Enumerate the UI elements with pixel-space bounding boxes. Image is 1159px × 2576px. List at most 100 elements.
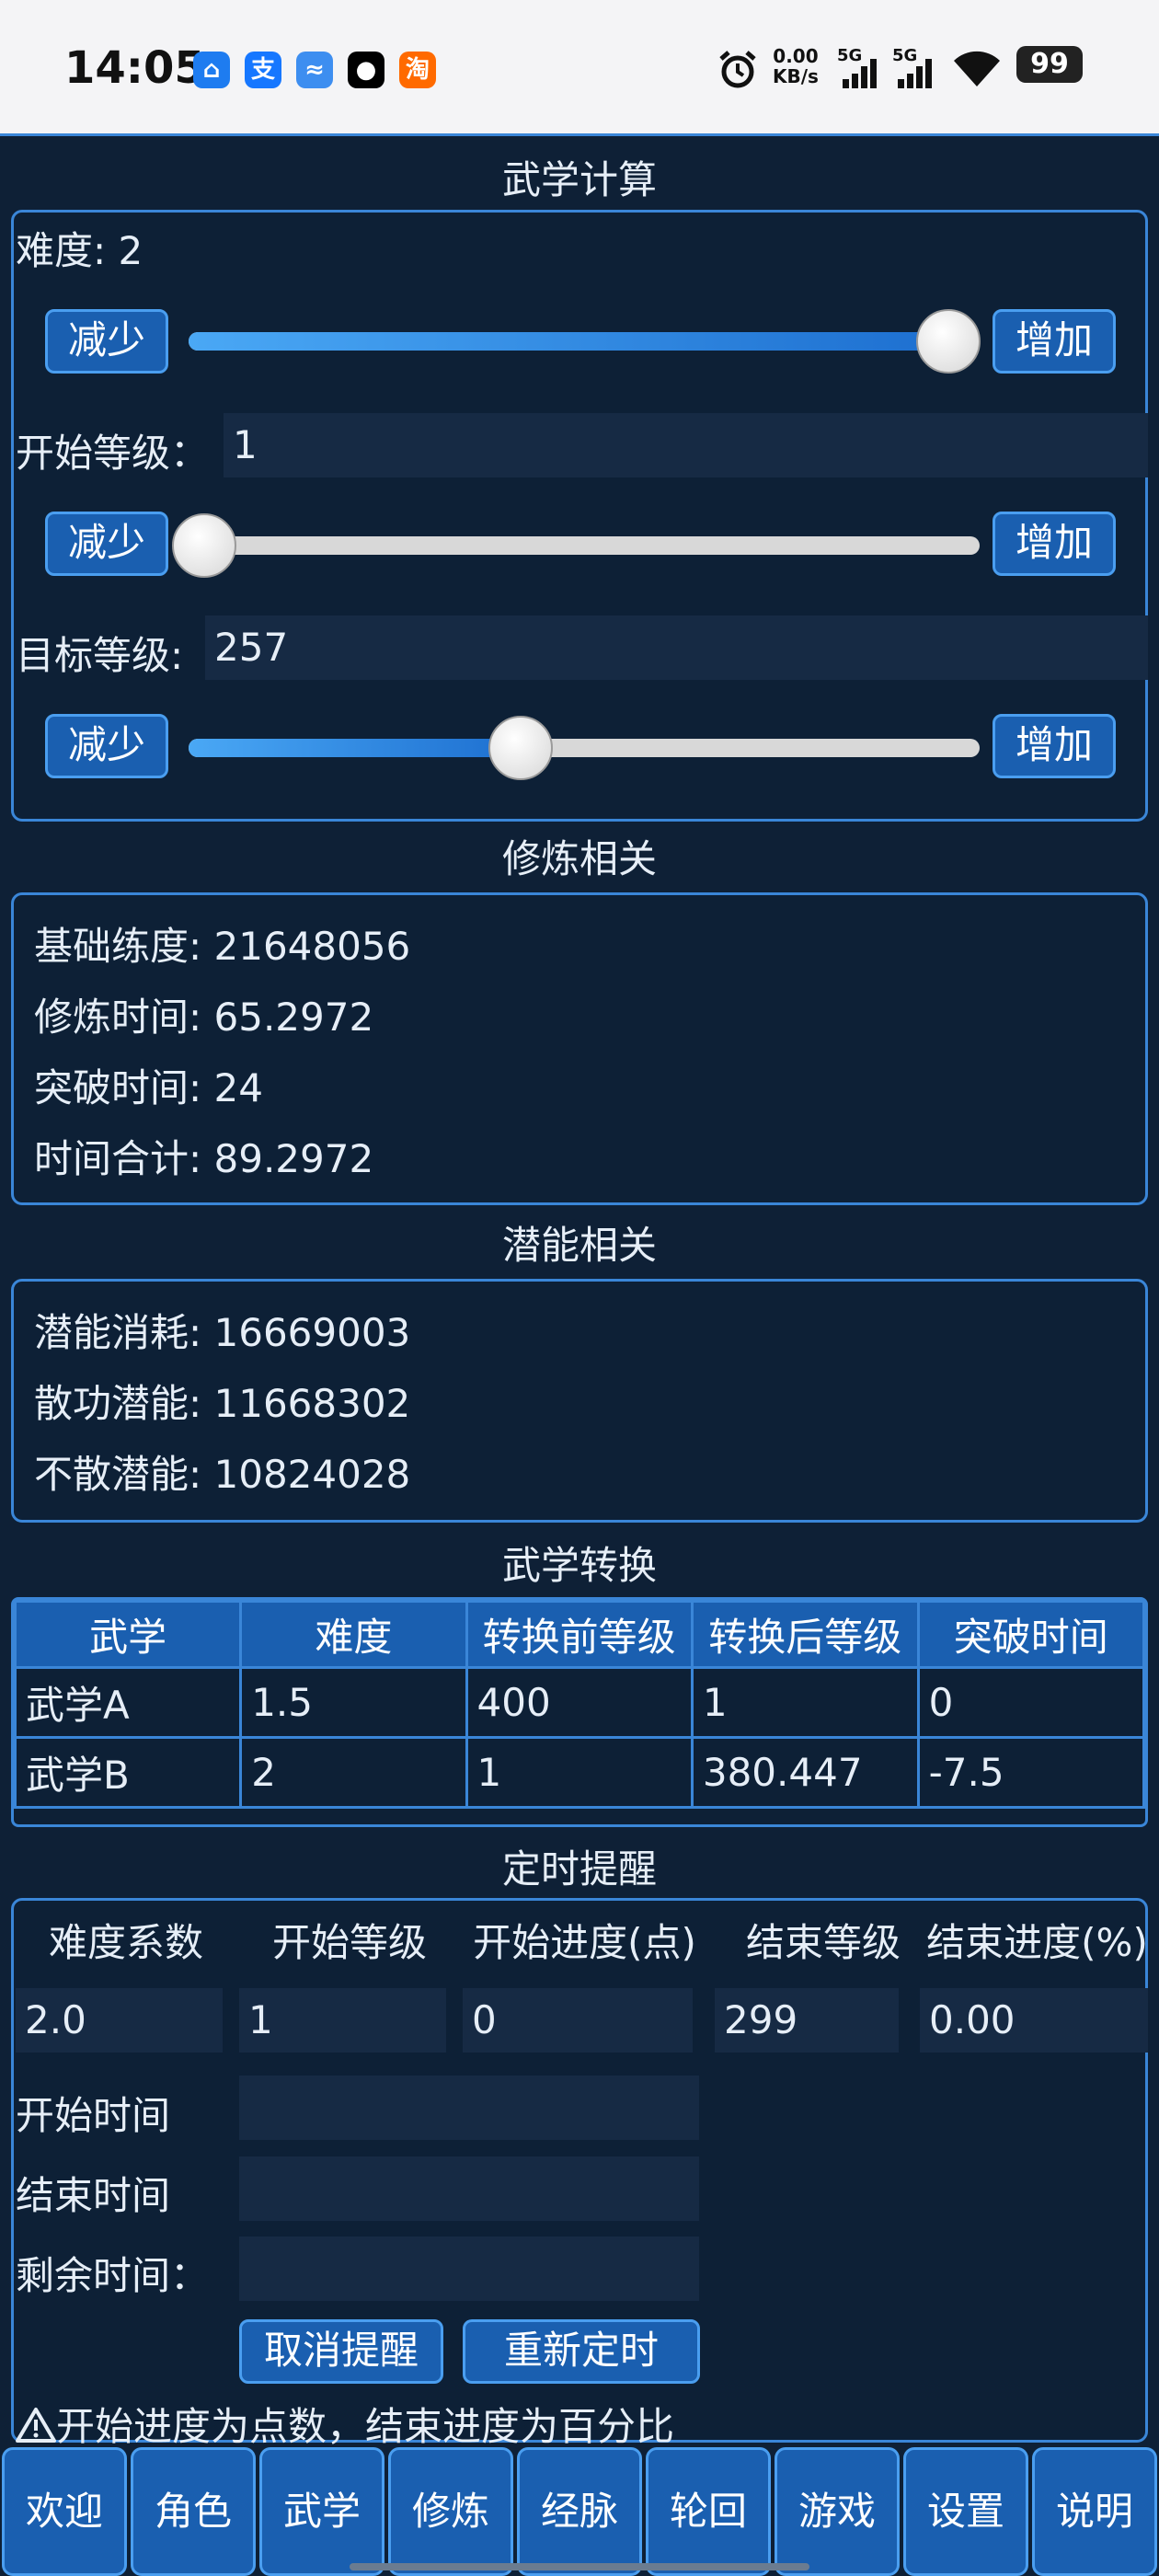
start-level-decrease-button[interactable]: 减少 (45, 512, 168, 576)
col-header-skill: 武学 (13, 1600, 243, 1669)
alarm-icon (719, 51, 756, 88)
target-level-label: 目标等级: (16, 633, 184, 678)
end-time-value (239, 2156, 699, 2221)
potential-section-title: 潜能相关 (501, 1223, 657, 1268)
timer-difficulty-input[interactable]: 2.0 (16, 1988, 223, 2053)
nav-training[interactable]: 修炼 (388, 2447, 513, 2576)
nav-help[interactable]: 说明 (1032, 2447, 1157, 2576)
nav-martial-arts[interactable]: 武学 (259, 2447, 384, 2576)
nav-settings[interactable]: 设置 (903, 2447, 1028, 2576)
target-level-input[interactable]: 257 (205, 615, 1148, 680)
table-cell[interactable]: 1 (465, 1736, 694, 1809)
table-cell: 380.447 (690, 1736, 920, 1809)
table-cell: 0 (916, 1666, 1146, 1739)
timer-header-start-level: 开始等级 (271, 1920, 427, 1965)
timer-panel: 难度系数 开始等级 开始进度(点) 结束等级 结束进度(%) 2.0 1 0 2… (11, 1898, 1148, 2449)
start-time-value (239, 2076, 699, 2140)
home-indicator[interactable] (350, 2563, 809, 2570)
remaining-time-value (239, 2237, 699, 2301)
table-cell[interactable]: 1.5 (239, 1666, 468, 1739)
net-speed-unit: KB/s (773, 65, 819, 87)
timer-header-end-progress: 结束进度(%) (926, 1920, 1148, 1965)
target-level-slider-thumb[interactable] (488, 716, 554, 780)
cancel-reminder-button[interactable]: 取消提醒 (239, 2319, 443, 2384)
signal-bars-icon (843, 59, 879, 88)
timer-section-title: 定时提醒 (501, 1846, 657, 1892)
base-proficiency: 基础练度: 21648056 (34, 924, 411, 969)
conversion-table: 武学 难度 转换前等级 转换后等级 突破时间 武学A 1.5 400 1 0 武… (13, 1600, 1146, 1809)
difficulty-slider[interactable] (189, 309, 981, 374)
col-header-difficulty: 难度 (239, 1600, 468, 1669)
training-time: 修炼时间: 65.2972 (34, 995, 374, 1040)
conversion-section-title: 武学转换 (501, 1543, 657, 1588)
breakthrough-time: 突破时间: 24 (34, 1065, 263, 1110)
taobao-flash-icon: 淘 (399, 52, 436, 88)
net-speed: 0.00 KB/s (773, 46, 819, 86)
signal-2: 5G (892, 46, 938, 92)
wifi-icon (954, 51, 1000, 86)
start-level-slider-thumb[interactable] (172, 513, 237, 578)
qq-icon: ● (348, 52, 384, 88)
timer-note: 开始进度为点数，结束进度为百分比 (16, 2396, 674, 2452)
calc-panel: 难度: 2 减少 增加 开始等级： 1 减少 增加 目标等级: 257 减少 增… (11, 210, 1148, 822)
timer-note-text: 开始进度为点数，结束进度为百分比 (56, 2404, 675, 2449)
end-time-label: 结束时间 (16, 2173, 171, 2218)
status-indicators: 0.00 KB/s 5G 5G 99 (717, 46, 1122, 92)
training-panel: 基础练度: 21648056 修炼时间: 65.2972 突破时间: 24 时间… (11, 892, 1148, 1205)
table-cell: 武学B (13, 1736, 243, 1809)
nav-reincarnation[interactable]: 轮回 (646, 2447, 771, 2576)
timer-header-difficulty: 难度系数 (48, 1920, 203, 1965)
status-time: 14:05 (64, 42, 205, 94)
battery-indicator: 99 (1016, 46, 1083, 83)
timer-header-end-level: 结束等级 (745, 1920, 901, 1965)
start-level-slider[interactable] (172, 513, 980, 578)
difficulty-decrease-button[interactable]: 减少 (45, 309, 168, 374)
table-cell[interactable]: 2 (239, 1736, 468, 1809)
table-cell[interactable]: 400 (465, 1666, 694, 1739)
training-section-title: 修炼相关 (501, 836, 657, 881)
col-header-level-after: 转换后等级 (690, 1600, 920, 1669)
table-cell: -7.5 (916, 1736, 1146, 1809)
net-speed-value: 0.00 (773, 45, 819, 67)
potential-cost: 潜能消耗: 16669003 (34, 1310, 411, 1355)
difficulty-slider-thumb[interactable] (915, 309, 981, 374)
potential-panel: 潜能消耗: 16669003 散功潜能: 11668302 不散潜能: 1082… (11, 1279, 1148, 1523)
target-level-slider[interactable] (189, 716, 980, 780)
timer-end-progress-input[interactable]: 0.00 (920, 1988, 1148, 2053)
difficulty-label: 难度: 2 (16, 228, 143, 273)
table-cell: 1 (690, 1666, 920, 1739)
dispersed-potential: 散功潜能: 11668302 (34, 1381, 411, 1426)
table-row: 武学A 1.5 400 1 0 (13, 1666, 1146, 1739)
start-level-label: 开始等级： (16, 431, 210, 476)
total-time: 时间合计: 89.2972 (34, 1136, 374, 1181)
col-header-breakthrough: 突破时间 (916, 1600, 1146, 1669)
target-level-decrease-button[interactable]: 减少 (45, 714, 168, 778)
nav-welcome[interactable]: 欢迎 (2, 2447, 127, 2576)
remaining-time-label: 剩余时间： (16, 2253, 210, 2298)
nav-meridians[interactable]: 经脉 (517, 2447, 642, 2576)
col-header-level-before: 转换前等级 (465, 1600, 694, 1669)
app-root: 武学计算 难度: 2 减少 增加 开始等级： 1 减少 增加 目标等级: 257… (0, 133, 1159, 2576)
signal-1: 5G (837, 46, 883, 92)
status-bar: 14:05 ⌂ 支 ≈ ● 淘 0.00 KB/s 5G 5G 99 (0, 0, 1159, 133)
timer-start-progress-input[interactable]: 0 (463, 1988, 693, 2053)
warning-icon (16, 2408, 56, 2443)
train-app-icon: ⌂ (193, 52, 230, 88)
calc-section-title: 武学计算 (501, 157, 657, 202)
difficulty-value: 2 (118, 228, 143, 273)
difficulty-increase-button[interactable]: 增加 (993, 309, 1116, 374)
timer-header-start-progress: 开始进度(点) (473, 1920, 696, 1965)
nav-game[interactable]: 游戏 (775, 2447, 900, 2576)
timer-start-level-input[interactable]: 1 (239, 1988, 446, 2053)
reset-timer-button[interactable]: 重新定时 (463, 2319, 700, 2384)
alipay-icon: 支 (245, 52, 281, 88)
start-level-input[interactable]: 1 (224, 413, 1148, 477)
nav-character[interactable]: 角色 (131, 2447, 256, 2576)
target-level-increase-button[interactable]: 增加 (993, 714, 1116, 778)
start-time-label: 开始时间 (16, 2093, 171, 2138)
bottom-navigation: 欢迎 角色 武学 修炼 经脉 轮回 游戏 设置 说明 (0, 2447, 1159, 2576)
timer-end-level-input[interactable]: 299 (715, 1988, 899, 2053)
start-level-increase-button[interactable]: 增加 (993, 512, 1116, 576)
undispersed-potential: 不散潜能: 10824028 (34, 1452, 411, 1497)
signal-bars-icon (898, 59, 935, 88)
